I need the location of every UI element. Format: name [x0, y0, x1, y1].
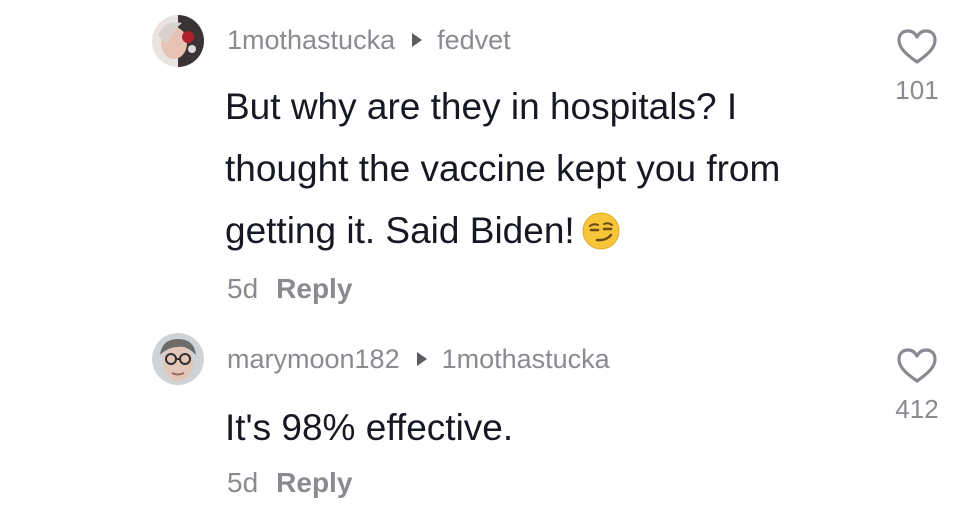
- avatar[interactable]: [152, 333, 204, 385]
- reply-button[interactable]: Reply: [276, 467, 352, 499]
- comment-footer: 5d Reply: [227, 467, 352, 499]
- username[interactable]: marymoon182: [227, 344, 400, 375]
- reply-button[interactable]: Reply: [276, 273, 352, 305]
- comment-footer: 5d Reply: [227, 273, 352, 305]
- comment-meta: marymoon182 1mothastucka: [227, 339, 610, 379]
- smirk-emoji-icon: [581, 208, 621, 270]
- comment-time: 5d: [227, 467, 259, 498]
- avatar[interactable]: [152, 15, 204, 67]
- reply-to-username[interactable]: fedvet: [437, 25, 511, 56]
- heart-icon[interactable]: [892, 347, 942, 390]
- like-count: 101: [895, 75, 939, 105]
- comment-text: But why are they in hospitals? I thought…: [225, 76, 865, 270]
- reply-arrow-icon: [411, 32, 423, 48]
- comment-meta: 1mothastucka fedvet: [227, 20, 511, 60]
- reply-arrow-icon: [416, 351, 428, 367]
- like-control[interactable]: 412: [892, 347, 942, 425]
- like-control[interactable]: 101: [892, 28, 942, 106]
- comment-body: But why are they in hospitals? I thought…: [225, 86, 781, 251]
- username[interactable]: 1mothastucka: [227, 25, 395, 56]
- comment-time: 5d: [227, 273, 259, 304]
- comment-item: 1mothastucka fedvet But why are they in …: [0, 0, 980, 325]
- comment-text: It's 98% effective.: [225, 397, 865, 459]
- comment-item: marymoon182 1mothastucka It's 98% effect…: [0, 325, 980, 515]
- heart-icon[interactable]: [892, 28, 942, 71]
- comment-body: It's 98% effective.: [225, 407, 514, 448]
- like-count: 412: [895, 394, 939, 424]
- reply-to-username[interactable]: 1mothastucka: [442, 344, 610, 375]
